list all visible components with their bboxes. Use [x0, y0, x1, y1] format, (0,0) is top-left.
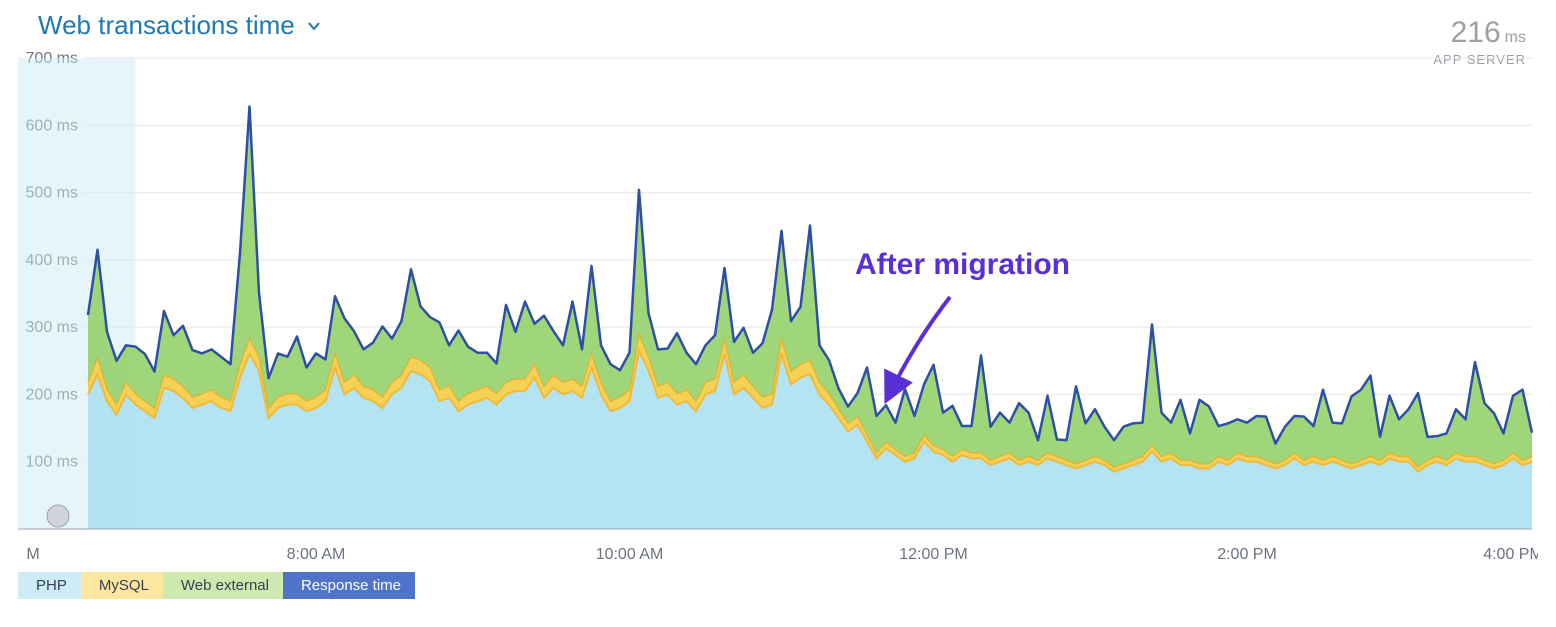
svg-text:12:00 PM: 12:00 PM	[899, 546, 967, 563]
legend-item-mysql[interactable]: MySQL	[81, 572, 163, 599]
legend-item-php[interactable]: PHP	[18, 572, 81, 599]
svg-text:10:00 AM: 10:00 AM	[596, 546, 664, 563]
svg-text:8:00 AM: 8:00 AM	[287, 546, 346, 563]
chevron-down-icon	[307, 19, 321, 33]
scrubber-handle[interactable]	[47, 505, 69, 527]
area-chart[interactable]: 100 ms200 ms300 ms400 ms500 ms600 ms700 …	[18, 46, 1538, 569]
svg-text:4:00 PM: 4:00 PM	[1483, 546, 1538, 563]
legend-label: MySQL	[99, 577, 149, 594]
legend-item-web-external[interactable]: Web external	[163, 572, 283, 599]
legend-item-response-time[interactable]: Response time	[283, 572, 415, 599]
stat-value: 216	[1451, 16, 1501, 49]
svg-text:2:00 PM: 2:00 PM	[1217, 546, 1277, 563]
legend-label: PHP	[36, 577, 67, 594]
legend: PHP MySQL Web external Response time	[18, 572, 415, 599]
stat-unit: ms	[1505, 29, 1526, 46]
chart-title-dropdown[interactable]: Web transactions time	[38, 10, 321, 41]
chart-title: Web transactions time	[38, 10, 295, 41]
legend-label: Web external	[181, 577, 269, 594]
svg-text:M: M	[26, 546, 39, 563]
legend-label: Response time	[301, 577, 401, 594]
